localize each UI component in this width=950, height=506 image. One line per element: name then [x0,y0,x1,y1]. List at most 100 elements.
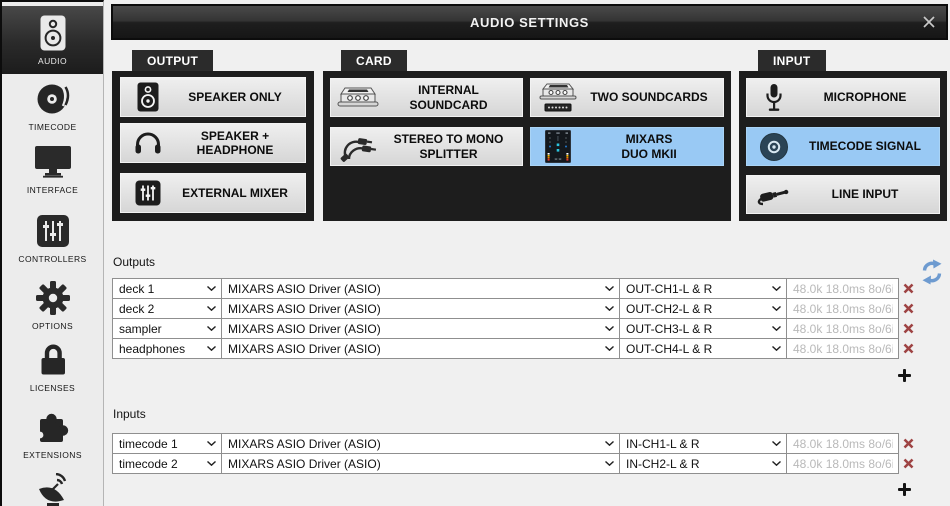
chevron-down-icon [772,461,781,466]
outputs-group-label: Outputs [113,255,155,269]
sidebar-item-audio[interactable]: AUDIO [2,6,103,74]
delete-row-icon[interactable] [900,278,917,299]
output-row-3-channel-select[interactable]: headphones [112,338,222,359]
external-mixer-button[interactable]: EXTERNAL MIXER [120,173,306,213]
input-row-0-channel-select[interactable]: timecode 1 [112,433,222,454]
microphone-button[interactable]: MICROPHONE [746,78,940,117]
output-row-0-channel-select[interactable]: deck 1 [112,278,222,299]
stereo-to-mono-splitter-button[interactable]: STEREO TO MONO SPLITTER [330,127,523,166]
sidebar: AUDIO TIMECODE [0,0,104,506]
output-row-2-channel-select[interactable]: sampler [112,318,222,339]
splitter-cable-icon [331,132,385,162]
chevron-down-icon [605,286,614,291]
input-row-0-port-select[interactable]: IN-CH1-L & R [619,433,787,454]
line-jack-icon [747,183,801,207]
chevron-down-icon [772,306,781,311]
dialog-titlebar: AUDIO SETTINGS [111,4,948,40]
speaker-plus-headphone-button[interactable]: SPEAKER + HEADPHONE [120,123,306,163]
mixer-faders-icon [2,212,103,250]
line-input-button[interactable]: LINE INPUT [746,175,940,214]
output-row-2-status: 48.0k 18.0ms 8o/6i [786,318,899,339]
add-input-row-icon[interactable] [898,483,911,496]
delete-row-icon[interactable] [900,318,917,339]
button-label: MICROPHONE [801,90,939,104]
internal-soundcard-button[interactable]: INTERNAL SOUNDCARD [330,78,523,117]
input-panel: MICROPHONE TIMECODE SIGNAL [739,71,947,221]
output-row-1-port-select[interactable]: OUT-CH2-L & R [619,298,787,319]
two-soundcards-icon [531,82,585,114]
output-row-1-status: 48.0k 18.0ms 8o/6i [786,298,899,319]
refresh-icon[interactable] [921,259,943,285]
output-row-2-driver-select[interactable]: MIXARS ASIO Driver (ASIO) [221,318,620,339]
speaker-only-button[interactable]: SPEAKER ONLY [120,77,306,117]
input-row-0-status: 48.0k 18.0ms 8o/6i [786,433,899,454]
output-row-3-port-select[interactable]: OUT-CH4-L & R [619,338,787,359]
dialog-title: AUDIO SETTINGS [470,15,589,30]
sidebar-item-label: CONTROLLERS [2,254,103,264]
chevron-down-icon [605,441,614,446]
sidebar-item-label: INTERFACE [2,185,103,195]
output-row: headphones MIXARS ASIO Driver (ASIO) OUT… [112,338,917,359]
button-label: EXTERNAL MIXER [175,186,305,200]
button-label: SPEAKER + HEADPHONE [175,129,305,158]
sidebar-item-broadcast[interactable] [2,472,103,506]
output-row-3-status: 48.0k 18.0ms 8o/6i [786,338,899,359]
microphone-icon [747,83,801,113]
input-section-tab: INPUT [758,50,826,72]
vinyl-icon [2,80,103,118]
chevron-down-icon [605,306,614,311]
input-row-0-driver-select[interactable]: MIXARS ASIO Driver (ASIO) [221,433,620,454]
sidebar-item-interface[interactable]: INTERFACE [2,143,103,195]
chevron-down-icon [207,461,216,466]
input-row-1-driver-select[interactable]: MIXARS ASIO Driver (ASIO) [221,453,620,474]
chevron-down-icon [207,286,216,291]
close-icon[interactable] [922,15,936,29]
inputs-rows: timecode 1 MIXARS ASIO Driver (ASIO) IN-… [112,433,917,474]
button-label: MIXARS DUO MKII [585,132,723,161]
output-panel: SPEAKER ONLY SPEAKER + HEADPHONE [112,71,314,221]
sidebar-item-licenses[interactable]: LICENSES [2,341,103,393]
output-row-1-channel-select[interactable]: deck 2 [112,298,222,319]
timecode-signal-button[interactable]: TIMECODE SIGNAL [746,127,940,166]
chevron-down-icon [605,461,614,466]
add-output-row-icon[interactable] [898,369,911,382]
sidebar-item-timecode[interactable]: TIMECODE [2,80,103,132]
output-row: deck 2 MIXARS ASIO Driver (ASIO) OUT-CH2… [112,298,917,319]
sidebar-item-label: LICENSES [2,383,103,393]
sidebar-item-controllers[interactable]: CONTROLLERS [2,212,103,264]
input-row: timecode 2 MIXARS ASIO Driver (ASIO) IN-… [112,453,917,474]
sidebar-item-label: TIMECODE [2,122,103,132]
mixer-faders-icon [121,180,175,206]
delete-row-icon[interactable] [900,298,917,319]
output-section-tab: OUTPUT [132,50,213,72]
gear-icon [2,279,103,317]
headphones-icon [121,131,175,155]
delete-row-icon[interactable] [900,453,917,474]
input-row-1-port-select[interactable]: IN-CH2-L & R [619,453,787,474]
output-row-1-driver-select[interactable]: MIXARS ASIO Driver (ASIO) [221,298,620,319]
sidebar-item-extensions[interactable]: EXTENSIONS [2,408,103,460]
output-row-3-driver-select[interactable]: MIXARS ASIO Driver (ASIO) [221,338,620,359]
output-row-2-port-select[interactable]: OUT-CH3-L & R [619,318,787,339]
delete-row-icon[interactable] [900,338,917,359]
chevron-down-icon [207,441,216,446]
inputs-group-label: Inputs [113,407,146,421]
sidebar-item-label: OPTIONS [2,321,103,331]
output-row-0-port-select[interactable]: OUT-CH1-L & R [619,278,787,299]
input-row-1-channel-select[interactable]: timecode 2 [112,453,222,474]
chevron-down-icon [605,326,614,331]
output-row-0-status: 48.0k 18.0ms 8o/6i [786,278,899,299]
mixars-duo-mkii-button[interactable]: MIXARS DUO MKII [530,127,724,166]
chevron-down-icon [207,306,216,311]
button-label: SPEAKER ONLY [175,90,305,104]
sidebar-item-options[interactable]: OPTIONS [2,279,103,331]
chevron-down-icon [772,441,781,446]
button-label: TWO SOUNDCARDS [585,90,723,104]
delete-row-icon[interactable] [900,433,917,454]
satellite-dish-icon [2,472,103,506]
chevron-down-icon [772,326,781,331]
monitor-icon [2,143,103,181]
output-row-0-driver-select[interactable]: MIXARS ASIO Driver (ASIO) [221,278,620,299]
two-soundcards-button[interactable]: TWO SOUNDCARDS [530,78,724,117]
sidebar-item-label: EXTENSIONS [2,450,103,460]
